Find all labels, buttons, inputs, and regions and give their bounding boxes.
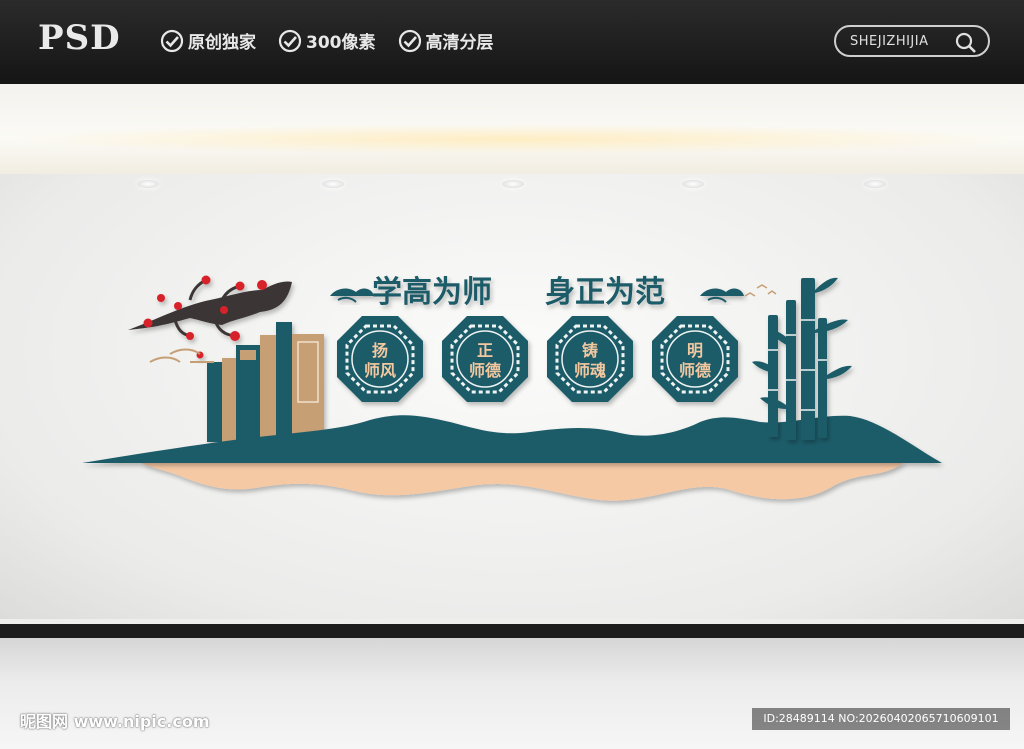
title-cloud-right	[700, 288, 744, 303]
octagon-3: 铸 师魂	[547, 316, 633, 402]
octagon-2-line2: 师德	[469, 361, 501, 380]
books-illustration	[207, 322, 324, 442]
title-cloud-left	[330, 288, 374, 303]
bamboo-illustration	[752, 277, 852, 440]
octagon-3-line1: 铸	[582, 341, 598, 360]
octagon-4-line1: 明	[687, 341, 703, 360]
title-left: 学高为师	[372, 275, 492, 310]
octagon-1-line1: 扬	[372, 341, 388, 360]
octagon-3-line2: 师魂	[574, 361, 606, 380]
peach-wave-band	[140, 462, 905, 501]
cloud-ornament	[149, 348, 214, 363]
octagon-4-line2: 师德	[679, 361, 711, 380]
octagon-1: 扬 师风	[337, 316, 423, 402]
image-id-bar: ID:28489114 NO:20260402065710609101	[752, 708, 1010, 730]
octagon-4: 明 师德	[652, 316, 738, 402]
culture-wall-mural: 学高为师 身正为范 扬 师风 正 师德 铸 师魂 明 师德	[82, 275, 942, 501]
title-right: 身正为范	[545, 275, 665, 310]
nipic-watermark: 昵图网 www.nipic.com	[20, 712, 210, 731]
birds-icon	[744, 284, 777, 297]
octagon-2: 正 师德	[442, 316, 528, 402]
octagon-1-line2: 师风	[364, 361, 396, 380]
octagon-2-line1: 正	[477, 341, 493, 360]
